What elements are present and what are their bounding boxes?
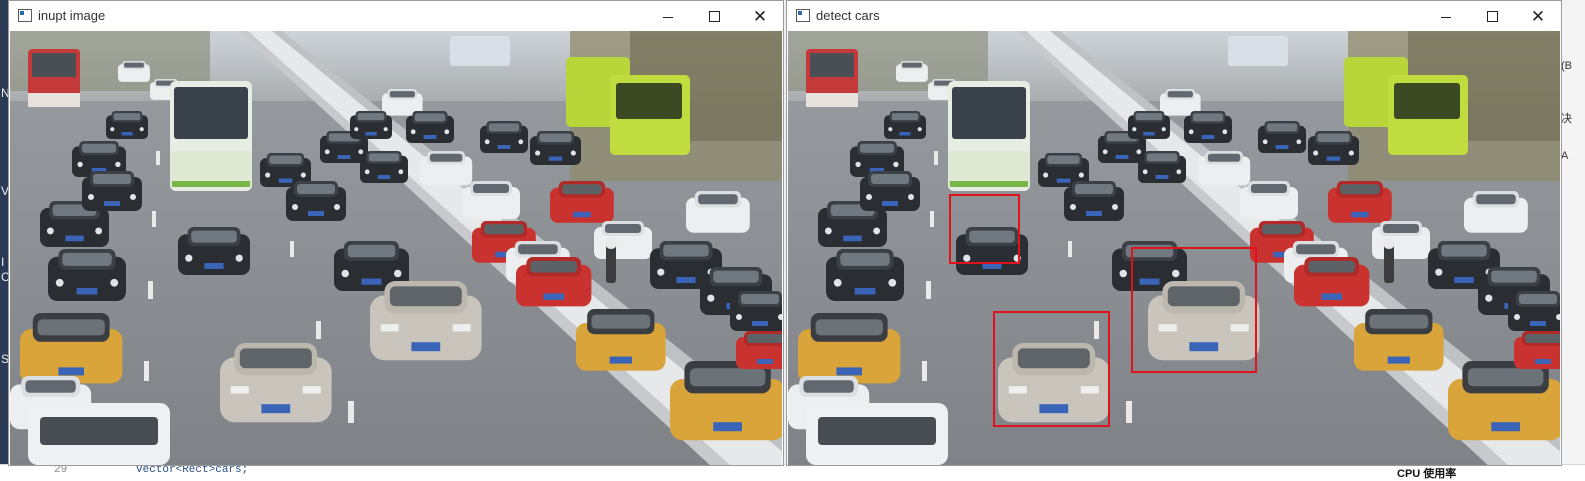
- window-title: inupt image: [38, 8, 106, 23]
- detection-box-car: [993, 311, 1110, 427]
- close-icon: ✕: [752, 6, 768, 26]
- desktop-left-strip: [0, 0, 8, 480]
- detect-cars-window: detect cars ✕: [786, 0, 1562, 466]
- detection-box-car: [949, 194, 1020, 264]
- detect-cars-canvas: [788, 31, 1560, 465]
- right-edge-char: A: [1561, 150, 1569, 162]
- input-image-window: inupt image ✕: [8, 0, 784, 466]
- window-titlebar[interactable]: inupt image ✕: [9, 1, 783, 31]
- close-button[interactable]: ✕: [1515, 1, 1561, 31]
- right-edge-char: (B: [1561, 60, 1572, 72]
- detection-box-car: [1131, 247, 1257, 373]
- opencv-window-icon: [18, 9, 32, 22]
- right-edge-char: 决: [1561, 113, 1572, 125]
- maximize-button[interactable]: [691, 1, 737, 31]
- input-image-canvas: [10, 31, 782, 465]
- maximize-icon: [1486, 10, 1498, 22]
- traffic-photo: [10, 31, 782, 465]
- minimize-button[interactable]: [1423, 1, 1469, 31]
- minimize-button[interactable]: [645, 1, 691, 31]
- close-button[interactable]: ✕: [737, 1, 783, 31]
- maximize-button[interactable]: [1469, 1, 1515, 31]
- opencv-window-icon: [796, 9, 810, 22]
- minimize-icon: [1441, 16, 1451, 18]
- close-icon: ✕: [1530, 6, 1546, 26]
- cpu-usage-label: CPU 使用率: [1397, 468, 1457, 480]
- minimize-icon: [663, 16, 673, 18]
- window-title: detect cars: [816, 8, 880, 23]
- maximize-icon: [708, 10, 720, 22]
- window-titlebar[interactable]: detect cars ✕: [787, 1, 1561, 31]
- left-edge-char: I: [1, 255, 5, 269]
